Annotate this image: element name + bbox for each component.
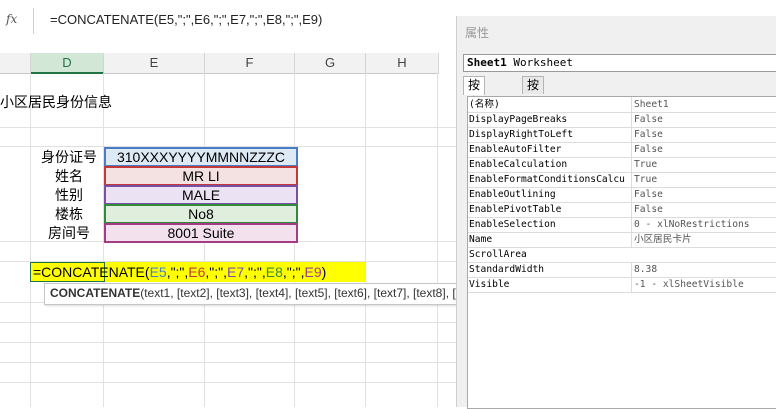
gridline [0, 342, 460, 343]
property-value[interactable]: False [631, 202, 776, 217]
property-name: EnableOutlining [469, 189, 556, 200]
property-value[interactable]: 小区居民卡片 [631, 232, 776, 247]
formula-function-rest: CATENATE( [72, 264, 150, 280]
insert-function-icon[interactable]: fx [6, 12, 28, 30]
property-name: Name [469, 234, 493, 245]
column-header-d[interactable]: D [31, 53, 104, 74]
cell-e5-id-number[interactable]: 310XXXYYYYMMNNZZZC [104, 147, 298, 167]
column-header-f[interactable]: F [205, 53, 295, 74]
tooltip-parameters: (text1, [text2], [text3], [text4], [text… [140, 286, 460, 300]
formula-input[interactable]: =CONCATENATE(E5,";",E6,";",E7,";",E8,";"… [50, 12, 322, 27]
property-name: EnableCalculation [469, 159, 568, 170]
property-name: DisplayRightToLeft [469, 129, 573, 140]
property-name: ScrollArea [469, 249, 527, 260]
property-row[interactable]: EnableAutoFilter False [468, 142, 776, 158]
column-header-e[interactable]: E [104, 53, 205, 74]
property-value[interactable]: True [631, 172, 776, 187]
formula-prefix: =CON [33, 264, 73, 280]
formula-arg: E6 [188, 264, 206, 280]
formula-arguments: E5,";",E6,";",E7,";",E8,";",E9) [150, 264, 327, 280]
property-row[interactable]: EnableFormatConditionsCalcu True [468, 172, 776, 188]
cell-e7-gender[interactable]: MALE [104, 185, 298, 205]
cell-e6-name[interactable]: MR LI [104, 166, 298, 186]
label-room[interactable]: 房间号 [36, 224, 102, 242]
cell-e8-building[interactable]: No8 [104, 204, 298, 224]
column-header-c[interactable] [0, 53, 31, 74]
property-row[interactable]: (名称) Sheet1 [468, 97, 776, 113]
gridline [30, 73, 31, 407]
property-row[interactable]: EnableOutlining False [468, 187, 776, 203]
in-cell-formula[interactable]: =CONCATENATE(E5,";",E6,";",E7,";",E8,";"… [33, 263, 326, 281]
column-header-h[interactable]: H [366, 53, 439, 74]
property-row[interactable]: EnablePivotTable False [468, 202, 776, 218]
sheet-title[interactable]: 小区居民身份信息 [0, 92, 112, 112]
formula-arg: E7 [227, 264, 245, 280]
label-building[interactable]: 楼栋 [36, 205, 102, 223]
gridline [0, 322, 460, 323]
formula-arg: ) [321, 264, 327, 280]
property-list[interactable]: (名称) Sheet1 DisplayPageBreaks False DisplayR… [467, 96, 776, 409]
formula-arg: ,";", [166, 264, 189, 280]
property-value[interactable]: False [631, 127, 776, 142]
property-row[interactable]: StandardWidth 8.38 [468, 262, 776, 278]
formula-arg: ,";", [244, 264, 266, 280]
object-selector[interactable]: Sheet1 Worksheet [463, 54, 776, 72]
property-row[interactable]: Name 小区居民卡片 [468, 232, 776, 248]
formula-arg: ,";", [282, 264, 305, 280]
cell-e9-room[interactable]: 8001 Suite [104, 223, 298, 243]
formula-arg: ,";", [205, 264, 228, 280]
property-value[interactable]: -1 - xlSheetVisible [631, 277, 776, 292]
gridline [0, 127, 460, 128]
property-value[interactable]: True [631, 157, 776, 172]
property-row[interactable]: EnableSelection 0 - xlNoRestrictions [468, 217, 776, 233]
gridline [0, 382, 460, 383]
label-id-number[interactable]: 身份证号 [36, 148, 102, 166]
formula-arg: E9 [304, 264, 322, 280]
property-name: EnablePivotTable [469, 204, 562, 215]
property-value[interactable]: False [631, 112, 776, 127]
property-name: (名称) [469, 99, 500, 110]
property-row[interactable]: DisplayRightToLeft False [468, 127, 776, 143]
property-name: EnableAutoFilter [469, 144, 562, 155]
formula-arg: E5 [149, 264, 167, 280]
formula-bar-divider [33, 8, 34, 34]
property-row[interactable]: DisplayPageBreaks False [468, 112, 776, 128]
property-value[interactable]: 8.38 [631, 262, 776, 277]
object-type: Worksheet [513, 56, 573, 69]
property-value[interactable]: False [631, 142, 776, 157]
property-name: EnableSelection [469, 219, 556, 230]
column-header-g[interactable]: G [295, 53, 366, 74]
property-value[interactable]: Sheet1 [631, 97, 776, 112]
formula-arg: E8 [265, 264, 283, 280]
object-name: Sheet1 [467, 56, 507, 69]
tab-categorized[interactable]: 按分类序 [522, 76, 545, 143]
property-row[interactable]: ScrollArea [468, 247, 776, 263]
properties-window: 属性 Sheet1 Worksheet 按字母序 按分类序 (名称) Sheet1… [456, 16, 776, 409]
property-value[interactable]: 0 - xlNoRestrictions [631, 217, 776, 232]
property-value[interactable]: False [631, 187, 776, 202]
function-tooltip: CONCATENATE(text1, [text2], [text3], [te… [44, 283, 460, 305]
label-name[interactable]: 姓名 [36, 167, 102, 185]
worksheet-grid[interactable]: D E F G H 小区居民身份信息 身份证号 姓名 性别 楼栋 房间号 310… [0, 40, 460, 407]
properties-title: 属性 [465, 26, 490, 40]
property-row[interactable]: EnableCalculation True [468, 157, 776, 173]
gridline [0, 362, 460, 363]
gridline [437, 73, 438, 407]
property-name: EnableFormatConditionsCalcu [469, 174, 625, 185]
label-gender[interactable]: 性别 [36, 186, 102, 204]
gridline [365, 73, 366, 407]
property-name: Visible [469, 279, 510, 290]
property-row[interactable]: Visible -1 - xlSheetVisible [468, 277, 776, 293]
tab-alphabetic[interactable]: 按字母序 [463, 76, 486, 143]
property-name: StandardWidth [469, 264, 545, 275]
property-name: DisplayPageBreaks [469, 114, 568, 125]
tooltip-function-name[interactable]: CONCATENATE [50, 286, 140, 300]
